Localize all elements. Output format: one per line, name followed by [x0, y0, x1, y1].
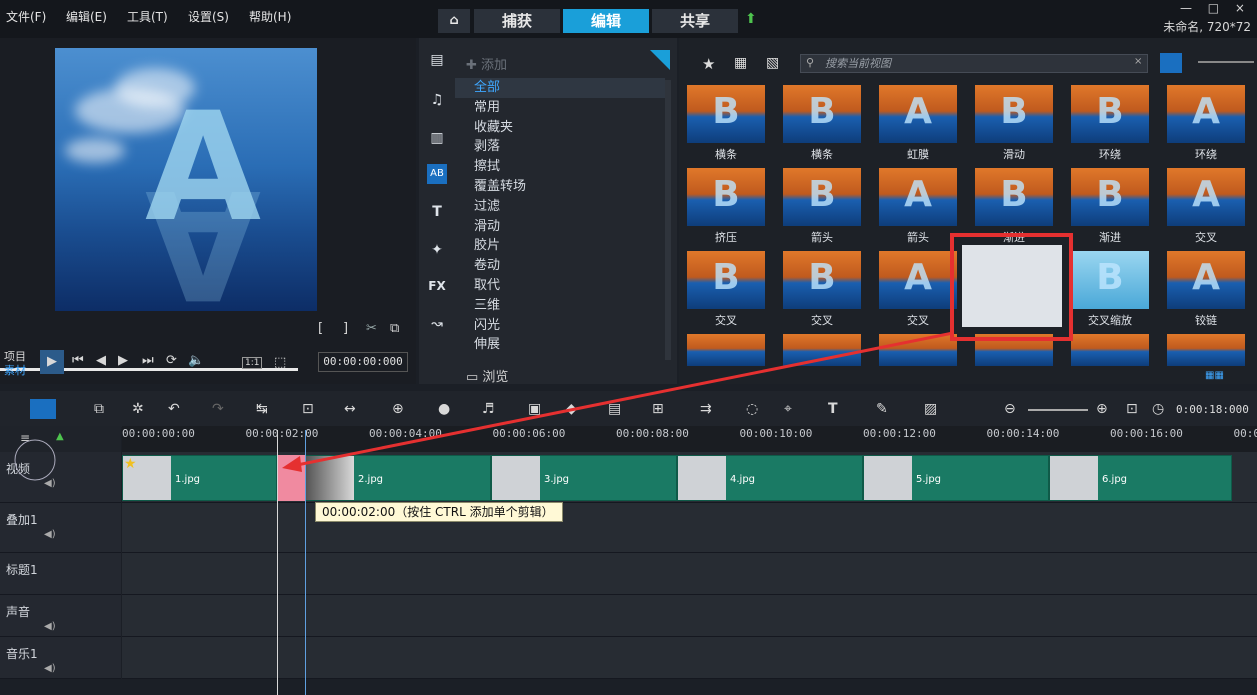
video-editor-window: 文件(F) 编辑(E) 工具(T) 设置(S) 帮助(H) ⌂ 捕获 编辑 共享… [0, 0, 1257, 695]
annotation-arrow [14, 331, 954, 481]
